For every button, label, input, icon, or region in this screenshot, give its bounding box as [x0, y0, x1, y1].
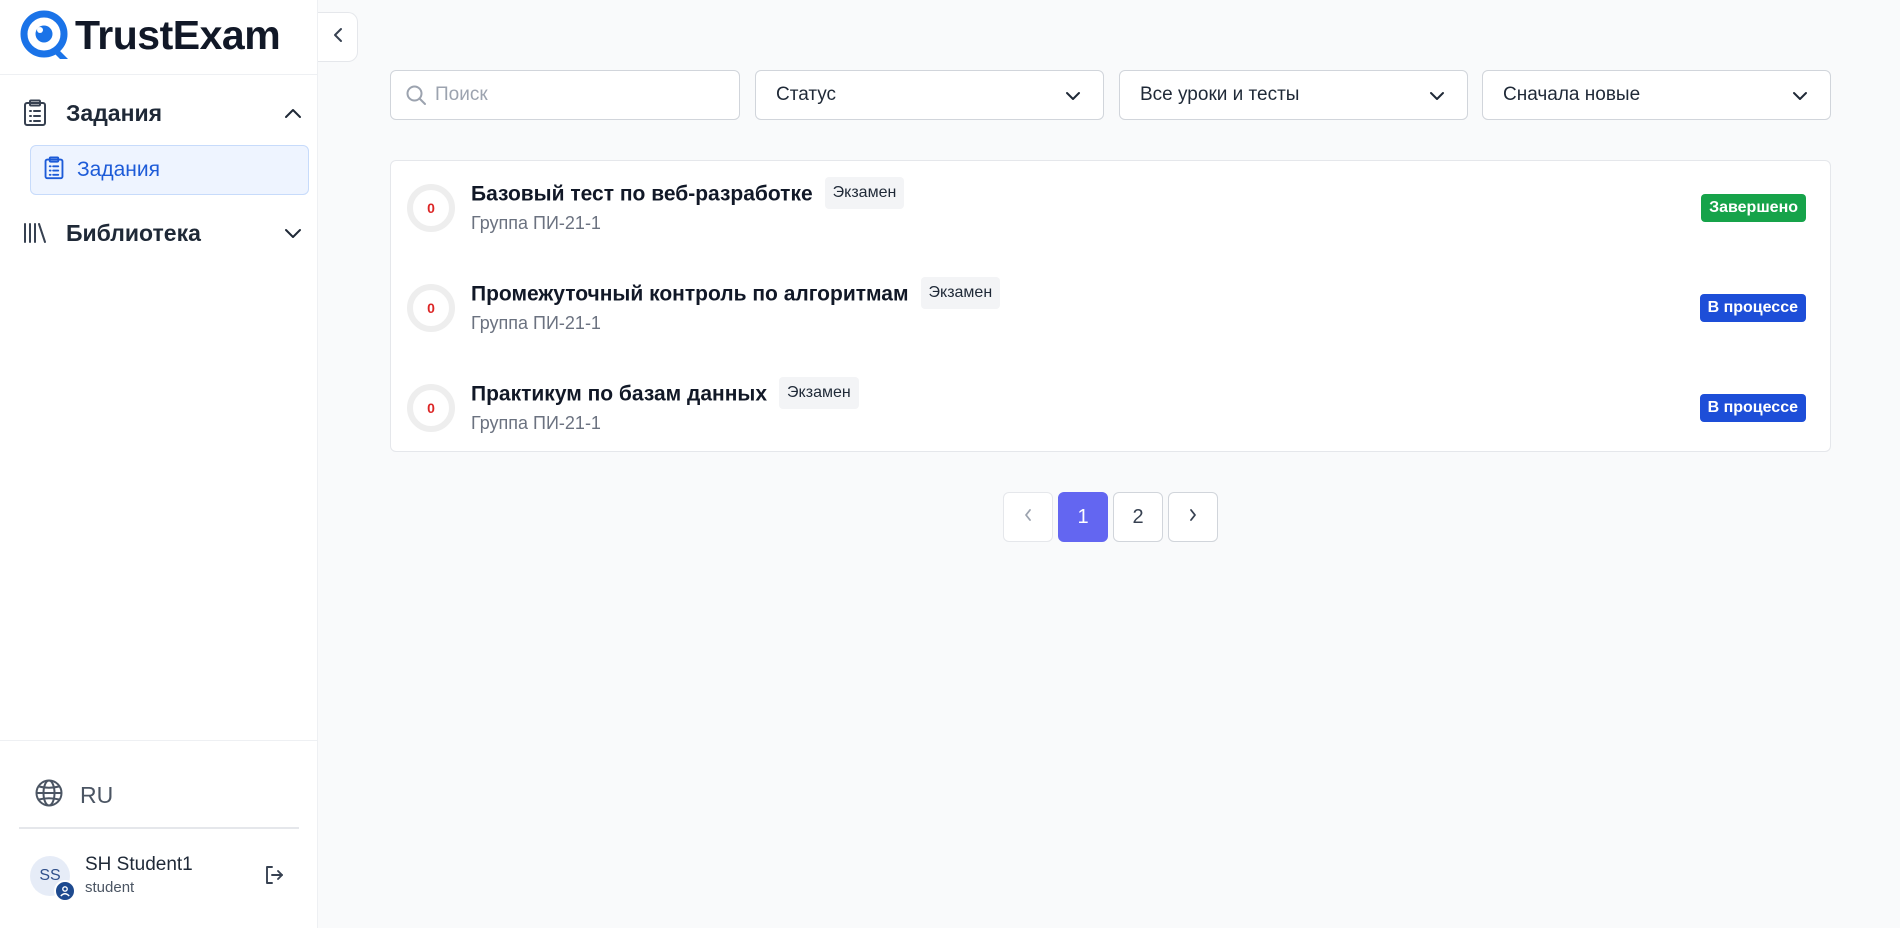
task-type-tag: Экзамен	[779, 377, 859, 409]
chevron-down-icon	[1790, 86, 1810, 106]
task-title-text: Базовый тест по веб-разработке	[471, 182, 813, 206]
sidebar-item-assignments[interactable]: Задания	[30, 145, 309, 195]
language-switcher[interactable]: RU	[34, 775, 113, 815]
search-box[interactable]	[390, 70, 740, 120]
user-role: student	[85, 879, 135, 896]
search-icon	[405, 84, 427, 106]
status-select[interactable]: Статус	[755, 70, 1104, 120]
task-title: Практикум по базам данных Экзамен	[471, 377, 859, 411]
task-type-tag: Экзамен	[920, 277, 1001, 309]
user-icon	[54, 880, 76, 902]
chevron-down-icon	[281, 221, 305, 245]
avatar[interactable]: SS	[30, 856, 76, 902]
task-row[interactable]: 0 Промежуточный контроль по алгоритмам Эк…	[391, 261, 1830, 361]
brand-name: TrustExam	[75, 12, 281, 58]
user-name: SH Student1	[85, 854, 193, 875]
sidebar: TrustExam Задания Задания Библиотека RU …	[0, 0, 318, 928]
task-row[interactable]: 0 Базовый тест по веб-разработке Экзамен …	[391, 161, 1830, 261]
lessons-select[interactable]: Все уроки и тесты	[1119, 70, 1468, 120]
status-badge: Завершено	[1701, 194, 1806, 222]
task-title-text: Промежуточный контроль по алгоритмам	[471, 282, 909, 306]
clipboard-icon	[43, 155, 65, 185]
logo[interactable]: TrustExam	[19, 9, 281, 61]
score-ring: 0	[407, 184, 455, 232]
sidebar-group-label: Задания	[66, 99, 163, 126]
status-select-value: Статус	[776, 84, 837, 105]
score-ring: 0	[407, 284, 455, 332]
globe-icon	[34, 778, 64, 813]
task-group: Группа ПИ-21-1	[471, 213, 601, 233]
status-badge: В процессе	[1699, 294, 1806, 322]
next-page-button[interactable]	[1168, 492, 1218, 542]
collapse-sidebar-button[interactable]	[318, 12, 358, 62]
chevron-left-icon	[332, 26, 344, 49]
sort-select[interactable]: Сначала новые	[1482, 70, 1831, 120]
sidebar-group-library[interactable]: Библиотека	[20, 211, 305, 255]
logo-icon	[20, 10, 68, 59]
score-ring: 0	[407, 384, 455, 432]
divider	[0, 740, 318, 741]
page-button-1[interactable]: 1	[1058, 492, 1108, 542]
user-info: SH Student1 student	[85, 854, 193, 898]
task-list: 0 Базовый тест по веб-разработке Экзамен …	[390, 160, 1831, 452]
chevron-left-icon	[1023, 506, 1033, 529]
lessons-select-value: Все уроки и тесты	[1140, 84, 1300, 105]
divider	[0, 74, 318, 75]
search-input[interactable]	[435, 84, 725, 106]
task-title-text: Практикум по базам данных	[471, 382, 768, 406]
user-profile: SS SH Student1 student	[30, 850, 295, 902]
sort-select-value: Сначала новые	[1503, 84, 1641, 105]
task-type-tag: Экзамен	[824, 177, 905, 209]
sidebar-item-label: Задания	[77, 158, 160, 181]
prev-page-button[interactable]	[1003, 492, 1053, 542]
status-badge: В процессе	[1699, 394, 1806, 422]
chevron-down-icon	[1427, 86, 1447, 106]
task-group: Группа ПИ-21-1	[471, 413, 601, 433]
task-row[interactable]: 0 Практикум по базам данных Экзамен Групп…	[391, 361, 1830, 461]
task-group: Группа ПИ-21-1	[471, 313, 601, 333]
sidebar-group-assignments[interactable]: Задания	[20, 91, 305, 135]
task-title: Базовый тест по веб-разработке Экзамен	[471, 177, 905, 211]
clipboard-icon	[20, 98, 50, 128]
library-icon	[20, 218, 50, 248]
page-button-2[interactable]: 2	[1113, 492, 1163, 542]
app: TrustExam Задания Задания Библиотека RU …	[0, 0, 1900, 928]
logout-icon[interactable]	[263, 864, 287, 888]
chevron-down-icon	[1063, 86, 1083, 106]
language-label: RU	[80, 781, 114, 808]
divider	[19, 827, 299, 829]
chevron-right-icon	[1188, 506, 1198, 529]
task-title: Промежуточный контроль по алгоритмам Экза…	[471, 277, 1001, 311]
sidebar-group-label: Библиотека	[66, 219, 201, 246]
chevron-up-icon	[281, 101, 305, 125]
